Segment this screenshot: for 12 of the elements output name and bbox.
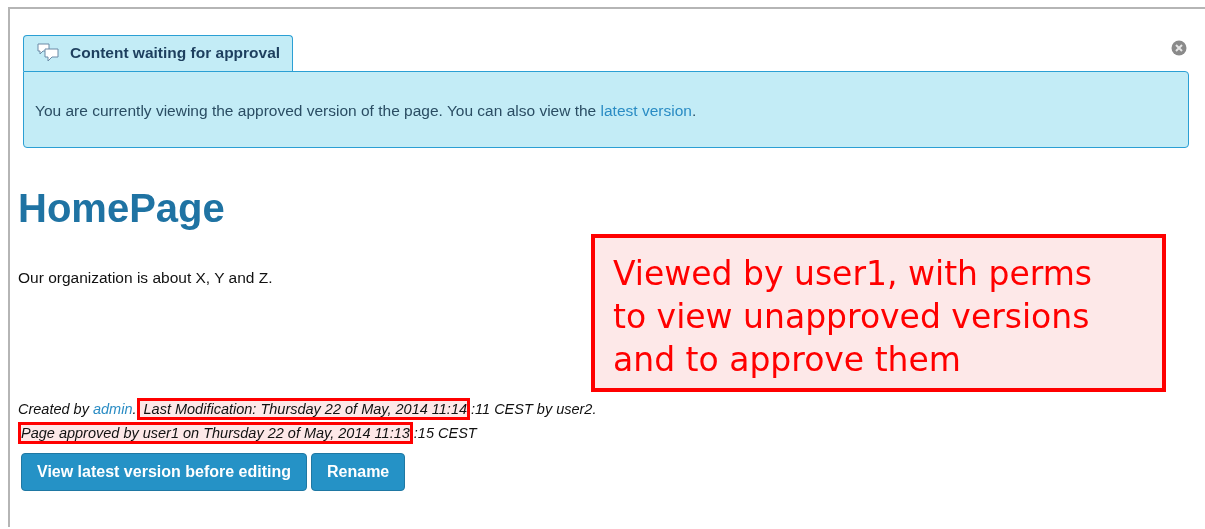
close-icon[interactable]	[1171, 40, 1187, 56]
page-title: HomePage	[18, 186, 226, 231]
page-info-line: Created by admin. Last Modification: Thursday 22 of May, 2014 11:14 :11 CEST by user2.	[18, 401, 1189, 418]
action-button[interactable]: View latest version before editing	[21, 453, 307, 491]
notice-message: You are currently viewing the approved version of the page. You can also view the latest version.	[23, 71, 1189, 148]
speech-bubbles-icon	[36, 42, 60, 64]
action-button[interactable]: Rename	[311, 453, 406, 491]
page-info-line: Page approved by user1 on Thursday 22 of May, 2014 11:13 :15 CEST	[18, 425, 1189, 442]
link[interactable]: latest version	[600, 102, 692, 119]
annotation-note: Viewed by user1, with perms to view unapproved versions and to approve them	[591, 234, 1166, 392]
page-text: Our organization is about X, Y and Z.	[18, 269, 273, 287]
notice-title: Content waiting for approval	[70, 44, 281, 62]
